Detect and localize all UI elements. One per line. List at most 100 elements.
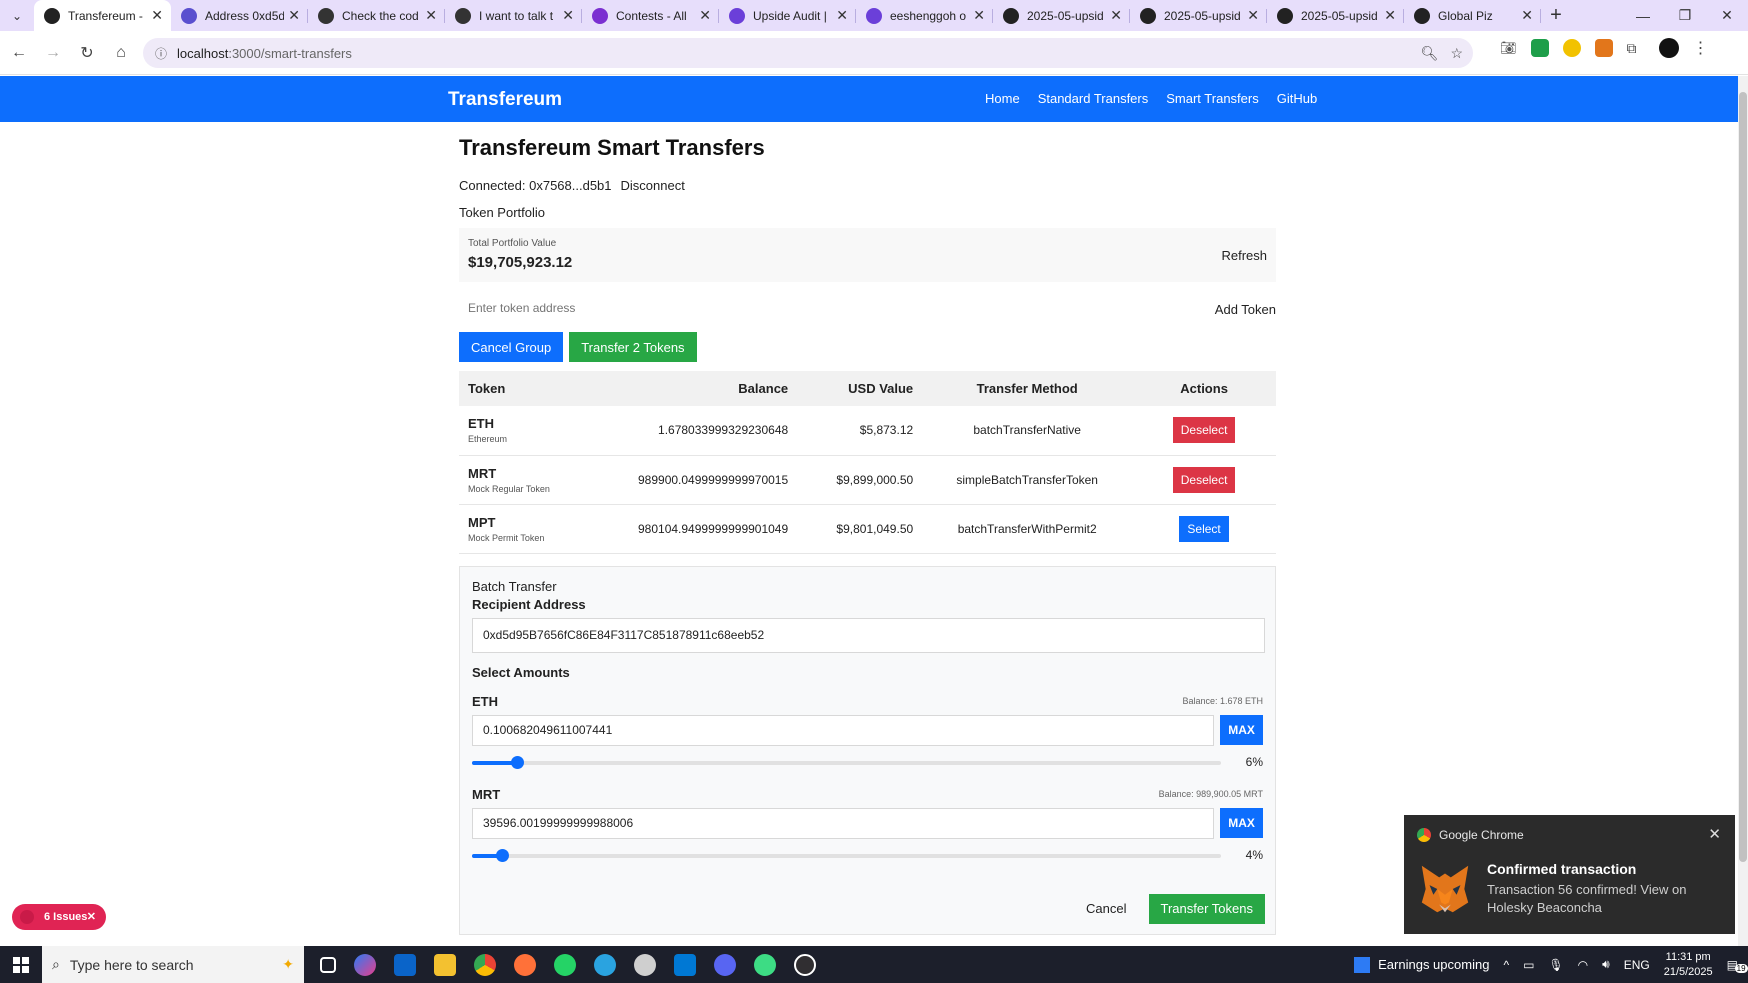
browser-tab[interactable]: I want to talk t ✕ <box>445 0 582 31</box>
address-bar[interactable]: ⓘ localhost:3000/smart-transfers 🔍︎ ☆ <box>143 38 1473 68</box>
tab-close-icon[interactable]: ✕ <box>562 7 574 24</box>
notification-close-icon[interactable]: ✕ <box>1708 825 1721 843</box>
extensions-puzzle-icon[interactable]: ⧉ <box>1627 40 1637 57</box>
minimize-icon[interactable]: — <box>1622 0 1664 31</box>
tray-chevron-icon[interactable]: ^ <box>1503 958 1509 972</box>
browser-tab[interactable]: 2025-05-upsid ✕ <box>1130 0 1267 31</box>
extension-green-icon[interactable] <box>1530 39 1549 57</box>
brand-logo[interactable]: Transfereum <box>448 89 562 111</box>
camera-icon[interactable]: 📷︎ <box>1500 40 1517 56</box>
firefox-icon[interactable] <box>514 953 536 976</box>
token-address-input[interactable] <box>459 296 1159 320</box>
total-value-label: Total Portfolio Value <box>468 238 557 249</box>
cancel-group-button[interactable]: Cancel Group <box>459 332 564 362</box>
notification-toast[interactable]: Google Chrome ✕ Confirmed transaction Tr… <box>1404 815 1735 934</box>
discord-icon[interactable] <box>714 953 736 976</box>
close-window-icon[interactable]: ✕ <box>1706 0 1748 31</box>
browser-tab[interactable]: Upside Audit | ✕ <box>719 0 856 31</box>
outlook-icon[interactable] <box>394 953 416 976</box>
new-tab-button[interactable]: + <box>1541 0 1571 31</box>
max-button[interactable]: MAX <box>1220 714 1263 745</box>
home-icon[interactable]: ⌂ <box>106 38 136 68</box>
tab-close-icon[interactable]: ✕ <box>151 7 163 24</box>
browser-tab[interactable]: Global Piz ✕ <box>1404 0 1541 31</box>
token-select-toggle-button[interactable]: Select <box>1179 515 1229 542</box>
browser-tab[interactable]: eeshenggoh o ✕ <box>856 0 993 31</box>
nav-smart-transfers[interactable]: Smart Transfers <box>1166 91 1258 106</box>
tab-close-icon[interactable]: ✕ <box>288 7 300 24</box>
back-icon[interactable]: ← <box>4 38 34 68</box>
reload-icon[interactable]: ↻ <box>72 38 102 68</box>
android-studio-icon[interactable] <box>754 953 776 976</box>
add-token-button[interactable]: Add Token <box>1215 302 1276 317</box>
notification-center-icon[interactable]: ▤ 19 <box>1727 958 1748 973</box>
recipient-input[interactable]: 0xd5d95B7656fC86E84F3117C851878911c68eeb… <box>472 617 1265 653</box>
browser-tab[interactable]: Check the cod ✕ <box>308 0 445 31</box>
amount-input[interactable]: 0.100682049611007441 <box>472 714 1215 746</box>
tab-close-icon[interactable]: ✕ <box>425 7 437 24</box>
max-button[interactable]: MAX <box>1220 807 1263 838</box>
extension-yellow-icon[interactable] <box>1562 39 1581 57</box>
amount-slider[interactable] <box>472 848 1221 862</box>
amount-slider[interactable] <box>472 755 1221 769</box>
browser-tab[interactable]: Contests - All ✕ <box>582 0 719 31</box>
tab-close-icon[interactable]: ✕ <box>1247 7 1259 24</box>
page-scrollbar[interactable] <box>1738 76 1748 946</box>
scrollbar-thumb[interactable] <box>1739 92 1747 862</box>
nav-github[interactable]: GitHub <box>1277 91 1317 106</box>
refresh-button[interactable]: Refresh <box>1221 248 1267 263</box>
whatsapp-icon[interactable] <box>554 953 576 976</box>
issues-close-icon[interactable]: ✕ <box>87 910 96 923</box>
app-icon[interactable] <box>634 953 656 976</box>
transfer-tokens-group-button[interactable]: Transfer 2 Tokens <box>569 332 697 362</box>
profile-avatar[interactable] <box>1658 38 1679 58</box>
token-select-toggle-button[interactable]: Deselect <box>1172 417 1236 444</box>
chrome-menu-icon[interactable]: ⋮ <box>1693 38 1709 58</box>
task-view-icon[interactable] <box>320 956 336 973</box>
tab-close-icon[interactable]: ✕ <box>973 7 985 24</box>
tab-close-icon[interactable]: ✕ <box>1384 7 1396 24</box>
clock[interactable]: 11:31 pm 21/5/2025 <box>1664 950 1713 980</box>
restore-icon[interactable]: ❐ <box>1664 0 1706 31</box>
tab-search-icon[interactable]: ⌄ <box>0 0 34 31</box>
tab-close-icon[interactable]: ✕ <box>836 7 848 24</box>
slider-thumb[interactable] <box>495 848 509 862</box>
taskbar-search[interactable]: ⌕ Type here to search ✦ <box>42 946 304 983</box>
tab-list: Transfereum - ✕ Address 0xd5d ✕ Check the c… <box>34 0 1541 31</box>
forward-icon[interactable]: → <box>38 38 68 68</box>
vscode-icon[interactable] <box>674 953 696 976</box>
browser-tab[interactable]: Transfereum - ✕ <box>34 0 171 31</box>
site-info-icon[interactable]: ⓘ <box>155 45 167 62</box>
windows-start-icon[interactable] <box>0 946 42 983</box>
cancel-button[interactable]: Cancel <box>1074 894 1138 924</box>
disconnect-button[interactable]: Disconnect <box>621 178 685 193</box>
nav-standard-transfers[interactable]: Standard Transfers <box>1038 91 1149 106</box>
tab-close-icon[interactable]: ✕ <box>1110 7 1122 24</box>
copilot-icon[interactable] <box>354 953 376 976</box>
telegram-icon[interactable] <box>594 953 616 976</box>
amount-input[interactable]: 39596.00199999999988006 <box>472 807 1215 839</box>
browser-tab[interactable]: Address 0xd5d ✕ <box>171 0 308 31</box>
bookmark-star-icon[interactable]: ☆ <box>1450 45 1463 62</box>
browser-tab[interactable]: 2025-05-upsid ✕ <box>993 0 1130 31</box>
url-host: localhost <box>177 45 229 61</box>
file-explorer-icon[interactable] <box>434 953 456 976</box>
microphone-icon[interactable]: 🎙︎ <box>1548 958 1563 972</box>
metamask-extension-icon[interactable] <box>1594 39 1613 57</box>
volume-icon[interactable]: 🔊︎ <box>1602 957 1610 972</box>
language-label[interactable]: ENG <box>1624 958 1650 972</box>
transfer-tokens-button[interactable]: Transfer Tokens <box>1148 893 1265 924</box>
token-select-toggle-button[interactable]: Deselect <box>1172 466 1236 493</box>
issues-badge[interactable]: 6 Issues ✕ <box>12 904 106 930</box>
slider-thumb[interactable] <box>510 755 524 769</box>
tab-close-icon[interactable]: ✕ <box>699 7 711 24</box>
obs-icon[interactable] <box>794 953 816 976</box>
zoom-icon[interactable]: 🔍︎ <box>1421 45 1439 62</box>
earnings-widget[interactable]: Earnings upcoming <box>1354 956 1489 973</box>
wifi-icon[interactable]: ◠ <box>1578 958 1588 972</box>
nav-home[interactable]: Home <box>985 91 1020 106</box>
browser-tab[interactable]: 2025-05-upsid ✕ <box>1267 0 1404 31</box>
meet-icon[interactable]: ▭ <box>1523 958 1534 972</box>
tab-close-icon[interactable]: ✕ <box>1521 7 1533 24</box>
chrome-taskbar-icon[interactable] <box>474 953 496 976</box>
